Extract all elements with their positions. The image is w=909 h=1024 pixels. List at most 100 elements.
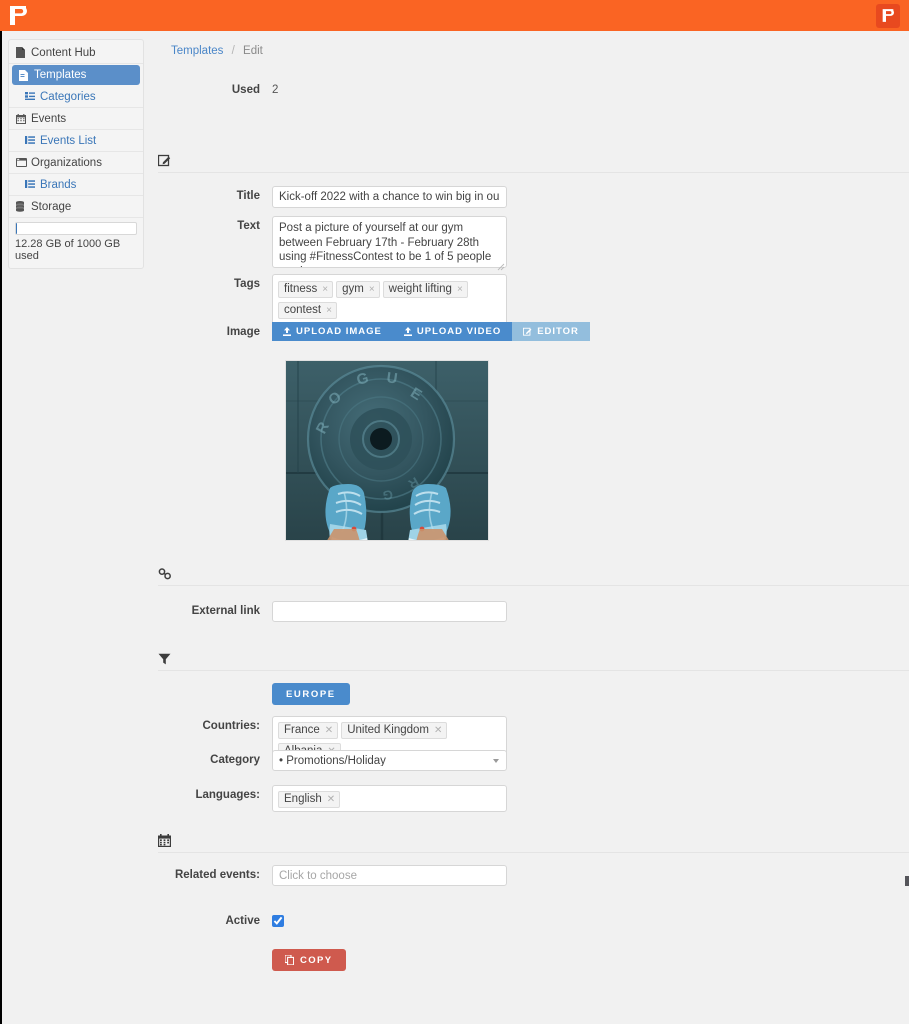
- calendar-icon: [16, 113, 31, 124]
- sidebar-item-label: Brands: [40, 178, 77, 191]
- funnel-icon: [158, 653, 171, 665]
- top-app-bar: [0, 0, 909, 31]
- file-page-icon: [19, 69, 34, 81]
- upload-icon: [403, 327, 412, 336]
- logo-p-icon: [882, 9, 894, 22]
- page-body: Content Hub Templates Categories Events: [0, 31, 909, 1024]
- remove-language-chip-icon[interactable]: ✕: [327, 793, 335, 806]
- tag-chip-label: weight lifting: [388, 283, 452, 295]
- remove-tag-chip-icon[interactable]: ×: [326, 304, 332, 317]
- image-preview[interactable]: R O G U E R G: [285, 360, 489, 541]
- category-select[interactable]: • Promotions/Holiday: [272, 750, 507, 771]
- editor-button[interactable]: EDITOR: [512, 322, 590, 341]
- editor-label: EDITOR: [537, 326, 579, 337]
- logo-p-icon[interactable]: [9, 6, 27, 25]
- external-link-input[interactable]: [272, 601, 507, 622]
- sidebar-item-categories[interactable]: Categories: [9, 86, 143, 108]
- image-preview-graphic: R O G U E R G: [286, 361, 488, 540]
- upload-image-label: UPLOAD IMAGE: [296, 326, 382, 337]
- title-input[interactable]: [272, 186, 507, 208]
- sidebar-item-label: Storage: [31, 200, 72, 213]
- tag-chip[interactable]: fitness ×: [278, 281, 334, 298]
- sidebar-item-label: Events: [31, 112, 67, 125]
- list-icon: [25, 92, 40, 101]
- tag-chip[interactable]: gym ×: [336, 281, 380, 298]
- used-row: Used 2: [150, 80, 279, 96]
- related-events-input[interactable]: [272, 865, 507, 886]
- logo-badge-button[interactable]: [876, 3, 900, 28]
- sidebar-item-label: Organizations: [31, 156, 102, 169]
- storage-usage-text: 12.28 GB of 1000 GB used: [15, 238, 121, 262]
- upload-image-button[interactable]: UPLOAD IMAGE: [272, 322, 393, 341]
- remove-tag-chip-icon[interactable]: ×: [457, 283, 463, 296]
- europe-button[interactable]: EUROPE: [272, 683, 350, 705]
- sidebar-item-events[interactable]: Events: [9, 108, 143, 130]
- languages-label: Languages:: [195, 789, 260, 801]
- active-checkbox[interactable]: [272, 915, 284, 927]
- sidebar-item-organizations[interactable]: Organizations: [9, 152, 143, 174]
- remove-tag-chip-icon[interactable]: ×: [322, 283, 328, 296]
- sidebar-item-templates[interactable]: Templates: [12, 65, 140, 85]
- image-action-buttons: UPLOAD IMAGE UPLOAD VIDEO EDITOR: [272, 322, 590, 341]
- text-row: Text: [150, 216, 507, 273]
- country-chip[interactable]: United Kingdom ✕: [341, 722, 448, 739]
- breadcrumb-current: Edit: [243, 45, 263, 57]
- active-label: Active: [225, 915, 260, 927]
- region-label-spacer: [150, 683, 272, 687]
- sidebar-item-events-list[interactable]: Events List: [9, 130, 143, 152]
- sidebar-item-brands[interactable]: Brands: [9, 174, 143, 196]
- used-value: 2: [272, 84, 279, 96]
- sidebar-item-storage[interactable]: Storage: [9, 196, 143, 218]
- sidebar-item-label: Events List: [40, 134, 97, 147]
- related-events-label: Related events:: [174, 869, 260, 881]
- image-label: Image: [226, 326, 260, 338]
- external-link-row: External link: [150, 601, 507, 622]
- text-textarea[interactable]: [272, 216, 507, 268]
- languages-input-box[interactable]: English ✕: [272, 785, 507, 812]
- list-icon: [25, 180, 40, 189]
- database-icon: [16, 201, 31, 212]
- copy-button-label: COPY: [300, 954, 333, 966]
- storage-progress-bar: [15, 222, 137, 235]
- tag-chip-label: gym: [342, 283, 364, 295]
- sidebar-item-label: Templates: [34, 69, 87, 81]
- remove-country-chip-icon[interactable]: ✕: [434, 724, 442, 737]
- copy-button[interactable]: COPY: [272, 949, 346, 971]
- breadcrumb: Templates / Edit: [171, 45, 263, 57]
- country-chip-label: United Kingdom: [347, 724, 430, 736]
- copy-label-spacer: [150, 949, 272, 953]
- edit-square-icon: [158, 154, 171, 167]
- category-select-wrap: • Promotions/Holiday: [272, 750, 507, 771]
- scrollbar-nub[interactable]: [905, 876, 909, 886]
- remove-tag-chip-icon[interactable]: ×: [369, 283, 375, 296]
- title-label: Title: [236, 190, 260, 202]
- window-icon: [16, 158, 31, 167]
- languages-list: English ✕: [278, 789, 501, 810]
- breadcrumb-separator: /: [231, 45, 235, 57]
- tags-label: Tags: [234, 278, 260, 290]
- sidebar-item-content-hub[interactable]: Content Hub: [9, 42, 143, 64]
- filter-section-header: [158, 653, 909, 671]
- tag-chip[interactable]: contest ×: [278, 302, 337, 319]
- sidebar-item-label: Content Hub: [31, 46, 96, 59]
- chain-link-icon: [158, 568, 171, 580]
- main-content: Templates / Edit Used 2 Title Text: [150, 31, 909, 1024]
- list-icon: [25, 136, 40, 145]
- external-link-label: External link: [191, 605, 260, 617]
- breadcrumb-templates-link[interactable]: Templates: [171, 45, 223, 57]
- text-label: Text: [237, 220, 260, 232]
- languages-row: Languages: English ✕: [150, 785, 507, 812]
- country-chip[interactable]: France ✕: [278, 722, 339, 739]
- sidebar-nav: Content Hub Templates Categories Events: [8, 39, 144, 269]
- country-chip-label: France: [284, 724, 320, 736]
- tag-chip[interactable]: weight lifting ×: [382, 281, 468, 298]
- language-chip[interactable]: English ✕: [278, 791, 341, 808]
- upload-video-button[interactable]: UPLOAD VIDEO: [392, 322, 513, 341]
- pencil-square-icon: [523, 327, 532, 336]
- related-events-row: Related events:: [150, 865, 507, 886]
- remove-country-chip-icon[interactable]: ✕: [325, 724, 333, 737]
- calendar-icon: [158, 834, 171, 847]
- sidebar-item-label: Categories: [40, 90, 96, 103]
- used-label: Used: [231, 84, 260, 96]
- copy-row: COPY: [150, 949, 346, 971]
